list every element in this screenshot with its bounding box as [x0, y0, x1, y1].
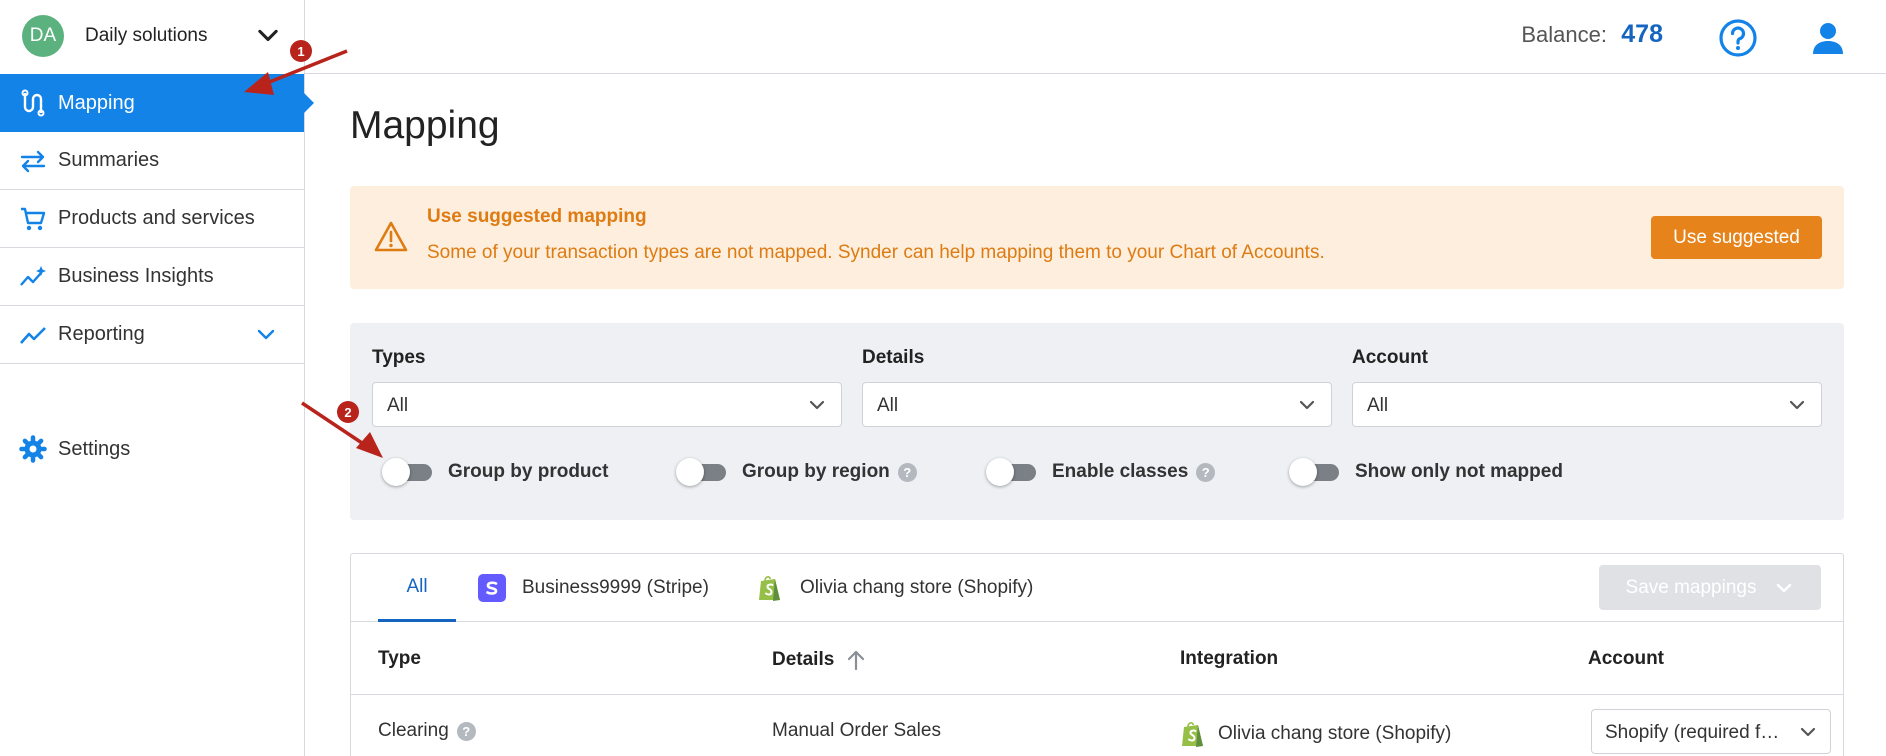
details-select[interactable]: All: [862, 382, 1332, 427]
suggested-mapping-alert: Use suggested mapping Some of your trans…: [350, 186, 1844, 289]
cell-details: Manual Order Sales: [772, 720, 941, 741]
group-by-region-toggle[interactable]: [676, 458, 726, 486]
account-select[interactable]: All: [1352, 382, 1822, 427]
chevron-down-icon: [1800, 727, 1816, 737]
sort-ascending-icon[interactable]: [844, 648, 868, 672]
topbar: Balance: 478: [305, 0, 1886, 74]
types-value: All: [387, 395, 409, 416]
help-circle-icon[interactable]: ?: [1196, 462, 1216, 482]
toggle-label: Group by product: [448, 461, 609, 482]
alert-text: Some of your transaction types are not m…: [427, 242, 1325, 263]
details-filter: Details All: [862, 347, 1332, 427]
group-by-product-toggle-row: Group by product: [382, 458, 608, 486]
tab-stripe[interactable]: Business9999 (Stripe): [478, 554, 709, 622]
shopify-logo-icon: [756, 574, 784, 602]
column-header-label: Details: [772, 649, 835, 670]
chevron-down-icon: [1777, 583, 1792, 592]
tab-label: Business9999 (Stripe): [522, 577, 709, 598]
account-value: All: [1367, 395, 1389, 416]
column-header-details[interactable]: Details: [772, 648, 868, 672]
show-only-not-mapped-toggle-row: Show only not mapped: [1289, 458, 1563, 486]
filters-panel: Types All Details All Account All Group …: [350, 323, 1844, 520]
cell-integration: Olivia chang store (Shopify): [1180, 720, 1451, 748]
enable-classes-toggle[interactable]: [986, 458, 1036, 486]
sidebar: DA Daily solutions Mapping Summaries Pro…: [0, 0, 314, 756]
balance-value: 478: [1621, 20, 1663, 48]
group-by-product-toggle[interactable]: [382, 458, 432, 486]
page-title: Mapping: [350, 104, 500, 147]
shopify-logo-icon: [1182, 722, 1203, 747]
save-mappings-label: Save mappings: [1625, 576, 1757, 598]
toggle-label: Show only not mapped: [1355, 461, 1563, 482]
column-header-type[interactable]: Type: [378, 648, 421, 670]
types-filter: Types All: [372, 347, 842, 427]
chevron-down-icon[interactable]: [254, 22, 282, 50]
chevron-down-icon: [809, 400, 825, 410]
help-circle-icon[interactable]: ?: [456, 721, 476, 741]
chevron-down-icon[interactable]: [254, 323, 278, 347]
help-circle-icon[interactable]: ?: [897, 462, 917, 482]
transfer-arrows-icon: [18, 146, 48, 176]
user-icon[interactable]: [1810, 20, 1846, 56]
tab-label: Olivia chang store (Shopify): [800, 577, 1034, 598]
stripe-logo-icon: [478, 574, 506, 602]
table-header: Type Details Integration Account: [351, 622, 1843, 695]
sidebar-item-products[interactable]: Products and services: [0, 190, 304, 248]
sidebar-item-label: Mapping: [58, 91, 135, 114]
warning-icon: [374, 221, 408, 252]
cell-type: Clearing ?: [378, 720, 476, 742]
details-label: Details: [862, 347, 925, 368]
tab-all[interactable]: All: [378, 554, 456, 622]
help-icon[interactable]: [1718, 18, 1758, 58]
mapping-icon: [18, 88, 48, 118]
sidebar-item-label: Products and services: [58, 207, 255, 229]
avatar: DA: [22, 15, 64, 57]
save-mappings-button[interactable]: Save mappings: [1599, 565, 1821, 610]
sidebar-item-label: Reporting: [58, 323, 145, 345]
sidebar-item-business-insights[interactable]: Business Insights: [0, 248, 304, 306]
use-suggested-button[interactable]: Use suggested: [1651, 216, 1822, 259]
enable-classes-toggle-row: Enable classes ?: [986, 458, 1216, 486]
mappings-table: All Business9999 (Stripe) Olivia chang s…: [350, 553, 1844, 756]
types-label: Types: [372, 347, 426, 368]
toggle-label: Group by region: [742, 461, 890, 482]
org-name: Daily solutions: [85, 25, 208, 46]
sidebar-item-label: Business Insights: [58, 265, 214, 287]
insights-icon: [18, 262, 48, 292]
cell-type-text: Clearing: [378, 720, 449, 741]
cell-integration-text: Olivia chang store (Shopify): [1218, 723, 1452, 744]
tab-shopify[interactable]: Olivia chang store (Shopify): [756, 554, 1033, 622]
sidebar-item-label: Settings: [58, 437, 131, 460]
table-row: Clearing ? Manual Order Sales Olivia cha…: [351, 695, 1843, 756]
column-header-account[interactable]: Account: [1588, 648, 1664, 670]
group-by-region-toggle-row: Group by region ?: [676, 458, 917, 486]
chevron-down-icon: [1789, 400, 1805, 410]
sidebar-item-settings[interactable]: Settings: [0, 420, 304, 478]
alert-title: Use suggested mapping: [427, 206, 647, 227]
sidebar-item-mapping[interactable]: Mapping: [0, 74, 314, 132]
sidebar-item-summaries[interactable]: Summaries: [0, 132, 304, 190]
app-root: DA Daily solutions Mapping Summaries Pro…: [0, 0, 1886, 756]
balance-label: Balance:: [1521, 22, 1607, 47]
show-only-not-mapped-toggle[interactable]: [1289, 458, 1339, 486]
org-switcher[interactable]: DA Daily solutions: [0, 0, 304, 72]
types-select[interactable]: All: [372, 382, 842, 427]
chevron-down-icon: [1299, 400, 1315, 410]
tab-label: All: [406, 575, 428, 597]
toggle-label: Enable classes: [1052, 461, 1189, 482]
account-filter: Account All: [1352, 347, 1822, 427]
account-label: Account: [1352, 347, 1428, 368]
gear-icon: [18, 434, 48, 464]
trend-line-icon: [18, 320, 48, 350]
details-value: All: [877, 395, 899, 416]
column-header-integration[interactable]: Integration: [1180, 648, 1278, 670]
integration-tabs: All Business9999 (Stripe) Olivia chang s…: [351, 554, 1843, 622]
account-row-value: Shopify (required for Synder): [1605, 722, 1785, 743]
sidebar-item-label: Summaries: [58, 149, 160, 171]
cart-icon: [18, 204, 48, 234]
account-row-select[interactable]: Shopify (required for Synder): [1591, 709, 1831, 754]
sidebar-item-reporting[interactable]: Reporting: [0, 306, 304, 364]
